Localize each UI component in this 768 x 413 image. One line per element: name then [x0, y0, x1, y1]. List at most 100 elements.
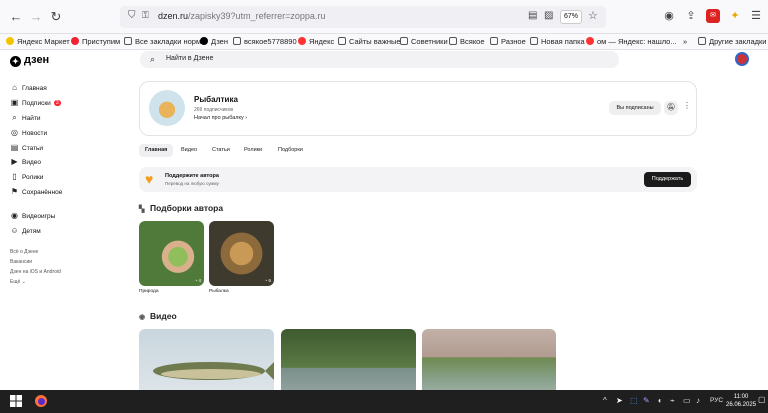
- sidebar-item-video[interactable]: ▶ Видео: [10, 157, 41, 166]
- bookmark-3[interactable]: Дзен: [200, 36, 228, 48]
- donate-banner: ♥ Поддержите автора Перевод на любую сум…: [139, 167, 697, 192]
- donate-subtitle: Перевод на любую сумму: [165, 181, 219, 186]
- logo-text: дзен: [24, 54, 50, 66]
- collections-heading: ▚ Подборки автора: [139, 203, 223, 213]
- video-thumbnail[interactable]: [422, 329, 556, 390]
- tab-articles[interactable]: Статьи: [206, 144, 236, 157]
- display-icon[interactable]: ▭: [683, 396, 691, 406]
- shield-icon[interactable]: ⛉: [128, 10, 136, 21]
- footer-link-vacancies[interactable]: Вакансии: [10, 259, 32, 265]
- search-input[interactable]: ⌕ Найти в Дзене: [140, 51, 619, 68]
- snipping-tool-icon[interactable]: ⬚: [630, 396, 638, 406]
- channel-card: Рыбалтика 269 подписчиков Начал про рыба…: [139, 81, 697, 136]
- address-bar[interactable]: ⛉ ⚿ dzen.ru/zapisky39?utm_referrer=zoppa…: [120, 6, 606, 28]
- donate-button[interactable]: Поддержать: [644, 172, 691, 187]
- menu-icon[interactable]: ☰: [749, 9, 763, 23]
- bookmark-label: Разное: [501, 37, 526, 46]
- user-avatar[interactable]: [735, 52, 749, 66]
- bookmark-9[interactable]: Разное: [490, 36, 526, 48]
- subscribed-button[interactable]: Вы подписаны: [609, 101, 661, 115]
- bookmark-2[interactable]: Все закладки норм: [124, 36, 201, 48]
- tab-shorts[interactable]: Ролики: [238, 144, 268, 157]
- bookmark-4[interactable]: всякое5778890: [233, 36, 297, 48]
- zoom-level[interactable]: 67%: [560, 10, 582, 24]
- folder-icon: [233, 37, 241, 45]
- collection-caption[interactable]: Рыбалка: [209, 289, 229, 294]
- lock-icon[interactable]: ⚿: [142, 10, 149, 21]
- other-bookmarks[interactable]: Другие закладки: [698, 36, 766, 48]
- bookmarks-overflow[interactable]: »: [683, 36, 687, 48]
- chevron-up-icon[interactable]: ^: [603, 396, 607, 406]
- speaker-mute-icon[interactable]: ◖: [657, 396, 662, 406]
- bookmark-5[interactable]: Яндекс: [298, 36, 334, 48]
- market-icon: [6, 37, 14, 45]
- footer-link-apps[interactable]: Дзен на iOS и Android: [10, 269, 61, 275]
- footer-link-about[interactable]: Всё о Дзене: [10, 249, 38, 255]
- footer-link-more[interactable]: Ещё ⌄: [10, 279, 26, 285]
- volume-icon[interactable]: ♪: [696, 396, 700, 406]
- sidebar-item-find[interactable]: ⌕ Найти: [10, 113, 41, 123]
- url-text[interactable]: dzen.ru/zapisky39?utm_referrer=zoppa.ru: [158, 11, 325, 21]
- bookmark-label: Всякое: [460, 37, 485, 46]
- gamepad-icon: ◉: [11, 211, 18, 220]
- video-thumbnail[interactable]: [139, 329, 274, 390]
- video-thumbnail[interactable]: [281, 329, 416, 390]
- channel-avatar[interactable]: [149, 90, 185, 126]
- browser-toolbar: ← → ↻ ⛉ ⚿ dzen.ru/zapisky39?utm_referrer…: [0, 0, 768, 34]
- url-path: /zapisky39?utm_referrer=zoppa.ru: [188, 11, 326, 21]
- tab-video[interactable]: Видео: [175, 144, 203, 157]
- screenshot-icon[interactable]: ▨: [544, 10, 553, 21]
- bookmark-11[interactable]: ом — Яндекс: нашло...: [586, 36, 677, 48]
- bookmark-8[interactable]: Всякое: [449, 36, 485, 48]
- pen-icon[interactable]: ✎: [643, 396, 650, 406]
- collection-count: ◔ 4: [194, 278, 201, 283]
- tab-collections[interactable]: Подборки: [272, 144, 309, 157]
- sidebar-item-news[interactable]: ◎ Новости: [10, 128, 47, 137]
- bookmark-0[interactable]: Яндекс Маркет: [6, 36, 70, 48]
- subscriptions-badge: 3: [53, 100, 61, 106]
- windows-start-icon[interactable]: [9, 394, 23, 408]
- back-icon[interactable]: ←: [8, 9, 24, 25]
- sidebar-item-home[interactable]: ⌂ Главная: [10, 83, 47, 92]
- yandex-icon: [586, 37, 594, 45]
- sidebar-item-subscriptions[interactable]: ▣ Подписки 3: [10, 98, 61, 107]
- collection-card-nature[interactable]: ◔ 4: [139, 221, 204, 286]
- sidebar-item-saved[interactable]: ⚑ Сохранённое: [10, 187, 62, 196]
- bookmark-label: Приступим: [82, 37, 121, 46]
- collection-caption[interactable]: Природа: [139, 289, 159, 294]
- reader-view-icon[interactable]: ▤: [528, 10, 537, 21]
- sidebar-item-kids[interactable]: ☺ Детям: [10, 226, 40, 235]
- sidebar-item-articles[interactable]: ▤ Статьи: [10, 143, 43, 152]
- channel-description[interactable]: Начал про рыбалку ›: [194, 115, 247, 121]
- bookmark-1[interactable]: Приступим: [71, 36, 120, 48]
- bookmark-star-icon[interactable]: ☆: [588, 9, 598, 22]
- extension-badge-icon[interactable]: ✉: [706, 9, 720, 23]
- bookmark-6[interactable]: Сайты важные: [338, 36, 401, 48]
- clock[interactable]: 11:00 26.06.2025: [726, 393, 756, 409]
- account-icon[interactable]: ◉: [662, 9, 676, 23]
- input-language[interactable]: РУС: [710, 396, 723, 406]
- usb-icon[interactable]: ⌁: [670, 396, 675, 406]
- sidebar-item-label: Видеоигры: [22, 213, 56, 220]
- notification-icon[interactable]: ▢: [758, 395, 766, 405]
- bookmark-label: Сайты важные: [349, 37, 401, 46]
- sidebar-item-shorts[interactable]: ▯ Ролики: [10, 172, 43, 181]
- folder-icon: [400, 37, 408, 45]
- bookmark-7[interactable]: Советники: [400, 36, 448, 48]
- sidebar-item-videogames[interactable]: ◉ Видеоигры: [10, 211, 55, 220]
- firefox-icon[interactable]: [34, 394, 48, 408]
- sidebar-item-label: Найти: [22, 115, 41, 122]
- extensions-icon[interactable]: ⇪: [684, 9, 698, 23]
- extension-star-icon[interactable]: ✦: [728, 9, 742, 23]
- sidebar-item-label: Видео: [22, 159, 41, 166]
- notifications-off-icon[interactable]: 🔕︎: [664, 101, 678, 115]
- more-options-icon[interactable]: ⋮: [683, 101, 691, 110]
- reload-icon[interactable]: ↻: [48, 9, 64, 25]
- bookmark-10[interactable]: Новая папка: [530, 36, 585, 48]
- dzen-logo[interactable]: ✦ дзен: [10, 54, 49, 67]
- forward-icon[interactable]: →: [28, 9, 44, 25]
- folder-icon: [530, 37, 538, 45]
- sidebar-item-label: Главная: [22, 85, 47, 92]
- tab-home[interactable]: Главная: [139, 144, 174, 157]
- collection-card-fishing[interactable]: ◔ 6: [209, 221, 274, 286]
